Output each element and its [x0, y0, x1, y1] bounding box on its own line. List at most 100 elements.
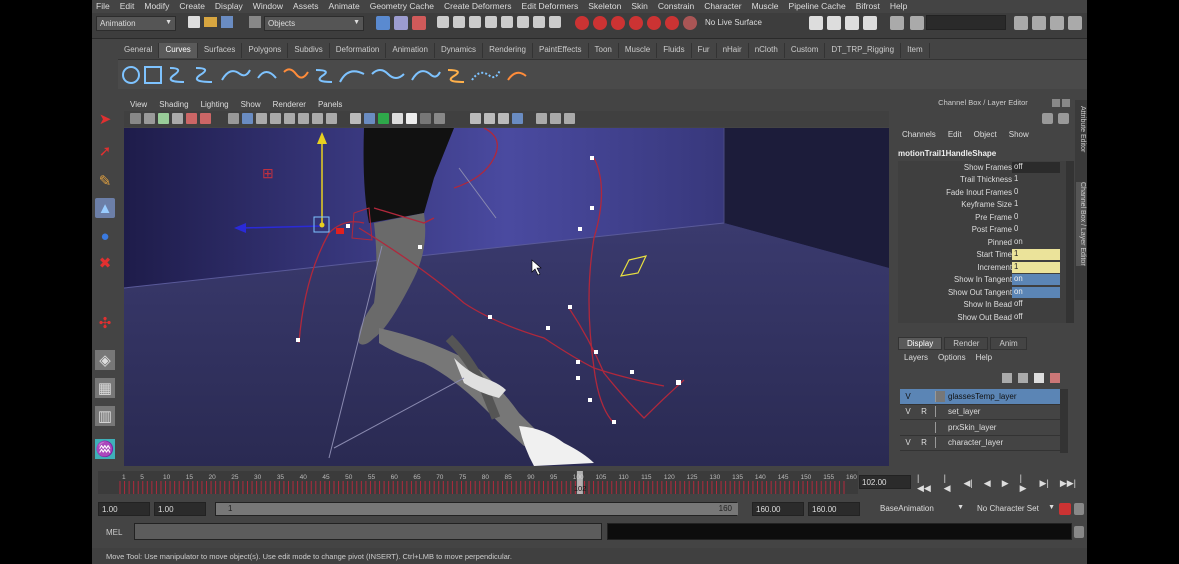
- anti-aliasing-icon[interactable]: [512, 113, 523, 124]
- current-time-field[interactable]: 102.00: [859, 475, 911, 489]
- layer-color-swatch[interactable]: [935, 390, 945, 402]
- viewport-menu-renderer[interactable]: Renderer: [273, 100, 306, 109]
- channel-attr-value[interactable]: 1: [1012, 174, 1060, 185]
- input-dropdown-icon[interactable]: [910, 16, 924, 30]
- show-attribute-editor-icon[interactable]: [1014, 16, 1028, 30]
- shelf-tab-ncloth[interactable]: nCloth: [749, 43, 785, 58]
- script-editor-icon[interactable]: [1074, 526, 1084, 538]
- layer-tab-anim[interactable]: Anim: [990, 337, 1027, 350]
- ambient-occlusion-icon[interactable]: [484, 113, 495, 124]
- perspective-viewport[interactable]: ⊞: [124, 128, 889, 466]
- isolate-icon[interactable]: [536, 113, 547, 124]
- auto-keyframe-icon[interactable]: [1059, 503, 1071, 515]
- x-ray-icon[interactable]: [434, 113, 445, 124]
- viewport-menu-view[interactable]: View: [130, 100, 147, 109]
- two-d-pan-zoom-icon[interactable]: [186, 113, 197, 124]
- channel-menu-object[interactable]: Object: [974, 130, 997, 142]
- layer-scrollbar[interactable]: [1060, 389, 1068, 453]
- resolution-gate-icon[interactable]: [256, 113, 267, 124]
- create-layer-from-selected-icon[interactable]: [1050, 373, 1060, 383]
- field-chart-icon[interactable]: [284, 113, 295, 124]
- xray-joints-icon[interactable]: [550, 113, 561, 124]
- menu-animate[interactable]: Animate: [329, 1, 360, 11]
- range-slider-thumb[interactable]: 1 160: [216, 503, 738, 515]
- layer-name[interactable]: character_layer: [948, 438, 1003, 447]
- shelf-tab-dynamics[interactable]: Dynamics: [435, 43, 484, 58]
- render-settings-icon[interactable]: [863, 16, 877, 30]
- safe-action-icon[interactable]: [298, 113, 309, 124]
- isolate-select-icon[interactable]: [326, 113, 337, 124]
- shelf-tab-fur[interactable]: Fur: [692, 43, 717, 58]
- step-back-key-icon[interactable]: ◀|: [964, 478, 973, 489]
- playback-start-field[interactable]: 1.00: [154, 502, 206, 516]
- float-panel-icon[interactable]: [1052, 99, 1060, 107]
- layer-menu-options[interactable]: Options: [938, 353, 966, 365]
- gate-mask-icon[interactable]: [270, 113, 281, 124]
- side-tab-channel-box[interactable]: Channel Box / Layer Editor: [1076, 182, 1086, 266]
- shelf-tab-fluids[interactable]: Fluids: [657, 43, 692, 58]
- show-outliner-icon[interactable]: [1068, 16, 1082, 30]
- select-by-component-icon[interactable]: [412, 16, 426, 30]
- layer-color-swatch[interactable]: [935, 421, 945, 433]
- four-view-layout-icon[interactable]: ▦: [95, 378, 115, 398]
- wireframe-icon[interactable]: [350, 113, 361, 124]
- channel-attr-value[interactable]: 0: [1012, 212, 1060, 223]
- channel-attr-value[interactable]: off: [1012, 299, 1060, 310]
- select-joint-icon[interactable]: [453, 16, 465, 28]
- step-back-frame-icon[interactable]: |◀: [944, 473, 953, 494]
- menu-skin[interactable]: Skin: [631, 1, 648, 11]
- shelf-tab-subdivs[interactable]: Subdivs: [288, 43, 330, 58]
- magnet-icon[interactable]: [665, 16, 679, 30]
- selection-mode-icon[interactable]: [249, 16, 261, 28]
- channel-attr-value[interactable]: 1: [1012, 261, 1060, 273]
- graph-editor-layout-icon[interactable]: ♒: [95, 439, 115, 459]
- animation-start-field[interactable]: 1.00: [98, 502, 150, 516]
- menu-create[interactable]: Create: [179, 1, 205, 11]
- paint-select-tool-icon[interactable]: ✎: [95, 171, 115, 191]
- textured-icon[interactable]: [392, 113, 403, 124]
- select-tool-icon[interactable]: ➤: [95, 109, 115, 129]
- select-by-hierarchy-icon[interactable]: [376, 16, 390, 30]
- select-curve-icon[interactable]: [469, 16, 481, 28]
- snap-curve-icon[interactable]: [593, 16, 607, 30]
- channel-attr-row[interactable]: Start Time 1: [898, 249, 1070, 262]
- playback-end-field[interactable]: 160.00: [752, 502, 804, 516]
- shelf-tab-general[interactable]: General: [118, 43, 160, 58]
- layer-tab-render[interactable]: Render: [944, 337, 989, 350]
- snap-grid-icon[interactable]: [575, 16, 589, 30]
- layer-name[interactable]: glassesTemp_layer: [948, 392, 1016, 401]
- shelf-tab-dt-trp-rigging[interactable]: DT_TRP_Rigging: [825, 43, 902, 58]
- move-layer-up-icon[interactable]: [1002, 373, 1012, 383]
- layer-color-swatch[interactable]: [935, 437, 945, 449]
- channel-attr-row[interactable]: Show Frames off: [898, 161, 1070, 174]
- snap-point-icon[interactable]: [611, 16, 625, 30]
- channel-attr-value[interactable]: 1: [1012, 199, 1060, 210]
- layer-row[interactable]: V Rset_layer: [900, 405, 1060, 420]
- channel-attr-row[interactable]: Keyframe Size 1: [898, 199, 1070, 212]
- menu-window[interactable]: Window: [253, 1, 283, 11]
- shelf-tab-item[interactable]: Item: [901, 43, 930, 58]
- command-line-input[interactable]: [134, 523, 602, 540]
- selection-mode-dropdown[interactable]: Objects ▼: [264, 16, 364, 31]
- select-deformation-icon[interactable]: [501, 16, 513, 28]
- persp-outliner-layout-icon[interactable]: ▥: [95, 406, 115, 426]
- shelf-tab-polygons[interactable]: Polygons: [242, 43, 289, 58]
- layer-display-type-toggle[interactable]: R: [916, 407, 932, 416]
- wireframe-on-shaded-icon[interactable]: [378, 113, 389, 124]
- scale-tool-icon[interactable]: ✖: [95, 253, 115, 273]
- channel-attr-value[interactable]: on: [1012, 286, 1060, 298]
- time-slider[interactable]: 1 5 10 15 20 25 30 35 40 45 50 55 60 65 70 75 80 85 90 95 10…: [98, 471, 858, 494]
- image-plane-icon[interactable]: [172, 113, 183, 124]
- menu-create-deformers[interactable]: Create Deformers: [444, 1, 512, 11]
- channel-box-mode-icon[interactable]: [1042, 113, 1053, 124]
- channel-attr-row[interactable]: Pre Frame 0: [898, 211, 1070, 224]
- channel-attr-value[interactable]: 0: [1012, 224, 1060, 235]
- menu-skeleton[interactable]: Skeleton: [588, 1, 621, 11]
- viewport-menu-shading[interactable]: Shading: [159, 100, 188, 109]
- rotate-tool-icon[interactable]: ●: [95, 226, 115, 246]
- menu-help[interactable]: Help: [890, 1, 907, 11]
- live-surface-icon[interactable]: [683, 16, 697, 30]
- move-layer-down-icon[interactable]: [1018, 373, 1028, 383]
- channel-attr-value[interactable]: on: [1012, 237, 1060, 248]
- select-by-object-icon[interactable]: [394, 16, 408, 30]
